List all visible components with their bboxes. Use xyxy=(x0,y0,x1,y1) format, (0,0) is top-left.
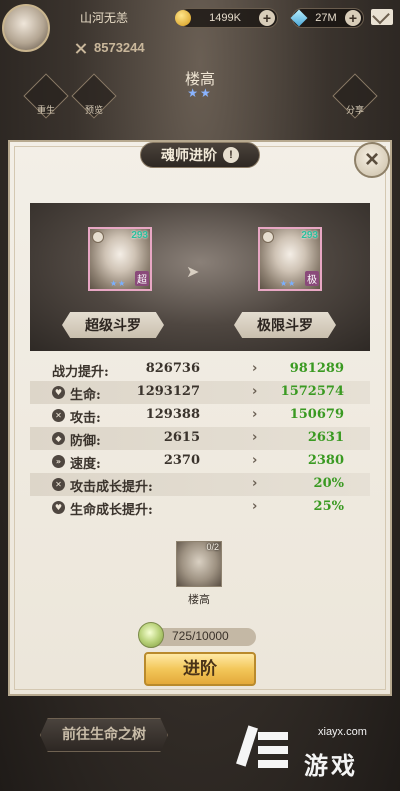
stat-current: 129388 xyxy=(145,407,200,422)
chevron-right-icon: › xyxy=(252,499,258,514)
current-stars: ★★ xyxy=(110,279,127,288)
chevron-right-icon: › xyxy=(252,476,258,491)
stat-current: 826736 xyxy=(145,361,200,376)
next-stars: ★★ xyxy=(280,279,297,288)
watermark-url: xiayx.com xyxy=(318,726,367,738)
chevron-right-icon: › xyxy=(252,361,258,376)
material-name: 楼高 xyxy=(188,593,210,606)
coin-icon xyxy=(175,10,191,26)
stat-row-attack-growth: ✕ 攻击成长提升: › 20% xyxy=(30,473,370,496)
mail-icon[interactable] xyxy=(371,9,393,25)
gem-counter: 27M + xyxy=(290,8,364,28)
chevron-right-icon: › xyxy=(252,384,258,399)
gem-value: 27M xyxy=(315,12,337,24)
arrow-right-icon: ➤ xyxy=(186,262,200,281)
power-value: 8573244 xyxy=(94,40,145,55)
stat-label: 攻击: xyxy=(70,411,101,426)
speed-icon: » xyxy=(52,455,65,468)
stats-table: 战力提升: 826736 › 981289 ♥ 生命: 1293127 › 15… xyxy=(30,358,370,519)
current-level: 293 xyxy=(131,230,148,241)
close-button[interactable]: × xyxy=(354,142,390,178)
coin-counter: 1499K + xyxy=(175,8,278,28)
player-name: 山河无恙 xyxy=(80,11,129,25)
soul-crystal-icon xyxy=(138,622,164,648)
chevron-right-icon: › xyxy=(252,453,258,468)
current-rank-plate: 超级斗罗 xyxy=(62,312,164,338)
stat-label: 速度: xyxy=(70,457,101,472)
share-label: 分享 xyxy=(346,106,365,116)
stat-next: 150679 xyxy=(289,407,344,422)
add-gems-button[interactable]: + xyxy=(345,10,361,26)
stat-row-hp: ♥ 生命: 1293127 › 1572574 xyxy=(30,381,370,404)
stat-label: 生命成长提升: xyxy=(70,503,153,518)
rank-up-icon xyxy=(92,231,104,243)
stat-next: 2380 xyxy=(307,453,344,468)
stat-label: 战力提升: xyxy=(52,365,109,380)
crossed-swords-icon xyxy=(74,43,88,53)
stat-next: 1572574 xyxy=(280,384,344,399)
preview-label: 预览 xyxy=(85,106,104,116)
stat-next: 981289 xyxy=(289,361,344,376)
player-avatar[interactable] xyxy=(2,4,50,52)
required-material-portrait[interactable]: 0/2 xyxy=(176,541,222,587)
next-rank-badge: 极 xyxy=(305,271,319,286)
stat-current: 2615 xyxy=(163,430,200,445)
current-hero-portrait[interactable]: 293 ★★ 超 xyxy=(88,227,152,291)
cost-display: 725/10000 xyxy=(148,628,256,646)
attack-icon: ✕ xyxy=(52,478,65,491)
current-rank-badge: 超 xyxy=(135,271,149,286)
stat-current: 1293127 xyxy=(136,384,200,399)
add-coins-button[interactable]: + xyxy=(259,10,275,26)
watermark-text: 游戏 xyxy=(304,752,358,780)
stat-next: 20% xyxy=(313,476,344,491)
next-hero-portrait[interactable]: 293 ★★ 极 xyxy=(258,227,322,291)
stat-row-attack: ✕ 攻击: 129388 › 150679 xyxy=(30,404,370,427)
dialog-title-tab: 魂师进阶 ! xyxy=(140,142,260,168)
material-count: 0/2 xyxy=(206,542,219,552)
stat-next: 2631 xyxy=(307,430,344,445)
stat-next: 25% xyxy=(313,499,344,514)
stat-row-power: 战力提升: 826736 › 981289 xyxy=(30,358,370,381)
heart-icon: ♥ xyxy=(52,386,65,399)
coin-value: 1499K xyxy=(209,12,241,24)
stat-row-hp-growth: ♥ 生命成长提升: › 25% xyxy=(30,496,370,519)
shield-icon: ◆ xyxy=(52,432,65,445)
top-hud: 山河无恙 8573244 1499K + 27M + xyxy=(0,0,400,60)
site-logo-mark xyxy=(236,722,292,778)
info-icon[interactable]: ! xyxy=(223,147,239,163)
gem-icon xyxy=(290,9,308,27)
stat-current: 2370 xyxy=(163,453,200,468)
advance-button[interactable]: 进阶 xyxy=(144,652,256,686)
stat-label: 攻击成长提升: xyxy=(70,480,153,495)
rebirth-label: 重生 xyxy=(37,106,56,116)
dialog-title: 魂师进阶 xyxy=(161,148,217,164)
heart-icon: ♥ xyxy=(52,501,65,514)
attack-icon: ✕ xyxy=(52,409,65,422)
stat-label: 生命: xyxy=(70,388,101,403)
chevron-right-icon: › xyxy=(252,407,258,422)
next-level: 293 xyxy=(301,230,318,241)
rank-up-icon xyxy=(262,231,274,243)
chevron-right-icon: › xyxy=(252,430,258,445)
stat-label: 防御: xyxy=(70,434,101,449)
stat-row-defense: ◆ 防御: 2615 › 2631 xyxy=(30,427,370,450)
go-to-tree-of-life-button[interactable]: 前往生命之树 xyxy=(40,718,168,752)
cost-value: 725/10000 xyxy=(172,629,229,643)
power-display: 8573244 xyxy=(74,40,145,55)
next-rank-plate: 极限斗罗 xyxy=(234,312,336,338)
stat-row-speed: » 速度: 2370 › 2380 xyxy=(30,450,370,473)
